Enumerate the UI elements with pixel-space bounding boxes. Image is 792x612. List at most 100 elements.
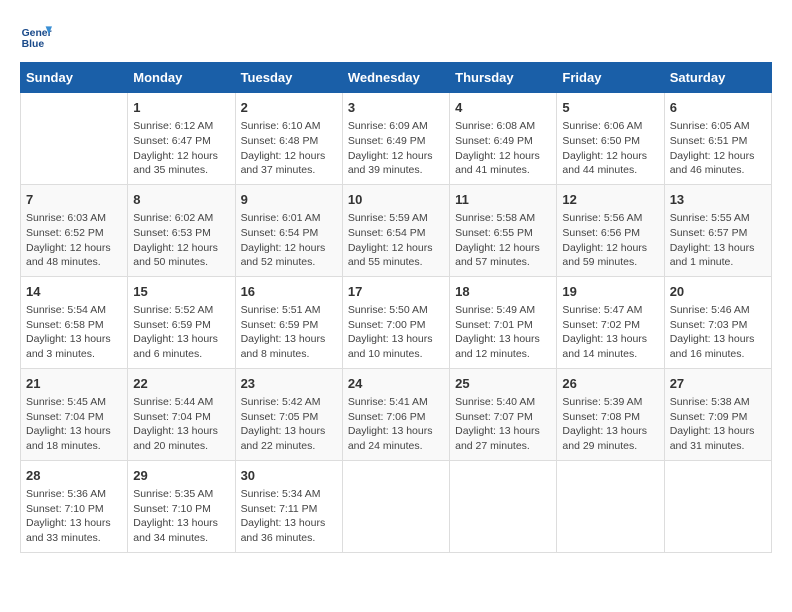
calendar-cell: 14Sunrise: 5:54 AM Sunset: 6:58 PM Dayli… (21, 276, 128, 368)
cell-info: Sunrise: 5:50 AM Sunset: 7:00 PM Dayligh… (348, 303, 444, 362)
day-number: 19 (562, 283, 658, 301)
calendar-cell: 12 Sunrise: 5:56 AM Sunset: 6:56 PM Dayli… (557, 184, 664, 276)
day-number: 26 (562, 375, 658, 393)
header: General Blue (20, 20, 772, 52)
calendar-cell: 27 Sunrise: 5:38 AM Sunset: 7:09 PM Dayli… (664, 368, 771, 460)
calendar-cell: 17 Sunrise: 5:50 AM Sunset: 7:00 PM Dayli… (342, 276, 449, 368)
cell-info: Sunrise: 6:10 AM Sunset: 6:48 PM Dayligh… (241, 119, 337, 178)
calendar-cell (664, 460, 771, 552)
logo: General Blue (20, 20, 56, 52)
day-number: 16 (241, 283, 337, 301)
calendar-cell: 8 Sunrise: 6:02 AM Sunset: 6:53 PM Daylig… (128, 184, 235, 276)
calendar-cell: 5Sunrise: 6:06 AM Sunset: 6:50 PM Daylig… (557, 93, 664, 185)
calendar-cell: 23 Sunrise: 5:42 AM Sunset: 7:05 PM Dayli… (235, 368, 342, 460)
week-row-2: 7 Sunrise: 6:03 AM Sunset: 6:52 PM Daylig… (21, 184, 772, 276)
calendar-cell: 2 Sunrise: 6:10 AM Sunset: 6:48 PM Daylig… (235, 93, 342, 185)
day-number: 21 (26, 375, 122, 393)
cell-info: Sunrise: 5:46 AM Sunset: 7:03 PM Dayligh… (670, 303, 766, 362)
column-header-sunday: Sunday (21, 63, 128, 93)
cell-info: Sunrise: 5:35 AM Sunset: 7:10 PM Dayligh… (133, 487, 229, 546)
svg-text:Blue: Blue (22, 39, 45, 50)
calendar-cell: 6 Sunrise: 6:05 AM Sunset: 6:51 PM Daylig… (664, 93, 771, 185)
calendar-cell (342, 460, 449, 552)
calendar-header: SundayMondayTuesdayWednesdayThursdayFrid… (21, 63, 772, 93)
cell-info: Sunrise: 5:49 AM Sunset: 7:01 PM Dayligh… (455, 303, 551, 362)
day-number: 22 (133, 375, 229, 393)
calendar-cell (450, 460, 557, 552)
day-number: 13 (670, 191, 766, 209)
day-number: 15 (133, 283, 229, 301)
calendar-cell: 4 Sunrise: 6:08 AM Sunset: 6:49 PM Daylig… (450, 93, 557, 185)
day-number: 3 (348, 99, 444, 117)
day-number: 20 (670, 283, 766, 301)
day-number: 9 (241, 191, 337, 209)
day-number: 28 (26, 467, 122, 485)
cell-info: Sunrise: 5:47 AM Sunset: 7:02 PM Dayligh… (562, 303, 658, 362)
logo-icon: General Blue (20, 20, 52, 52)
calendar-body: 1Sunrise: 6:12 AM Sunset: 6:47 PM Daylig… (21, 93, 772, 553)
day-number: 7 (26, 191, 122, 209)
calendar-cell: 24Sunrise: 5:41 AM Sunset: 7:06 PM Dayli… (342, 368, 449, 460)
cell-info: Sunrise: 5:34 AM Sunset: 7:11 PM Dayligh… (241, 487, 337, 546)
cell-info: Sunrise: 5:38 AM Sunset: 7:09 PM Dayligh… (670, 395, 766, 454)
day-number: 1 (133, 99, 229, 117)
calendar-cell: 13 Sunrise: 5:55 AM Sunset: 6:57 PM Dayli… (664, 184, 771, 276)
day-number: 23 (241, 375, 337, 393)
calendar-cell: 18 Sunrise: 5:49 AM Sunset: 7:01 PM Dayli… (450, 276, 557, 368)
calendar-cell: 22Sunrise: 5:44 AM Sunset: 7:04 PM Dayli… (128, 368, 235, 460)
column-header-saturday: Saturday (664, 63, 771, 93)
column-header-monday: Monday (128, 63, 235, 93)
calendar-cell: 28 Sunrise: 5:36 AM Sunset: 7:10 PM Dayli… (21, 460, 128, 552)
day-number: 17 (348, 283, 444, 301)
cell-info: Sunrise: 5:54 AM Sunset: 6:58 PM Dayligh… (26, 303, 122, 362)
calendar-cell (21, 93, 128, 185)
column-header-friday: Friday (557, 63, 664, 93)
cell-info: Sunrise: 6:02 AM Sunset: 6:53 PM Dayligh… (133, 211, 229, 270)
week-row-3: 14Sunrise: 5:54 AM Sunset: 6:58 PM Dayli… (21, 276, 772, 368)
cell-info: Sunrise: 6:03 AM Sunset: 6:52 PM Dayligh… (26, 211, 122, 270)
header-row: SundayMondayTuesdayWednesdayThursdayFrid… (21, 63, 772, 93)
cell-info: Sunrise: 5:55 AM Sunset: 6:57 PM Dayligh… (670, 211, 766, 270)
cell-info: Sunrise: 5:41 AM Sunset: 7:06 PM Dayligh… (348, 395, 444, 454)
cell-info: Sunrise: 6:01 AM Sunset: 6:54 PM Dayligh… (241, 211, 337, 270)
calendar-cell: 29 Sunrise: 5:35 AM Sunset: 7:10 PM Dayli… (128, 460, 235, 552)
cell-info: Sunrise: 5:36 AM Sunset: 7:10 PM Dayligh… (26, 487, 122, 546)
cell-info: Sunrise: 5:39 AM Sunset: 7:08 PM Dayligh… (562, 395, 658, 454)
calendar-cell: 19 Sunrise: 5:47 AM Sunset: 7:02 PM Dayli… (557, 276, 664, 368)
calendar-cell: 21Sunrise: 5:45 AM Sunset: 7:04 PM Dayli… (21, 368, 128, 460)
cell-info: Sunrise: 6:05 AM Sunset: 6:51 PM Dayligh… (670, 119, 766, 178)
cell-info: Sunrise: 5:52 AM Sunset: 6:59 PM Dayligh… (133, 303, 229, 362)
cell-info: Sunrise: 5:58 AM Sunset: 6:55 PM Dayligh… (455, 211, 551, 270)
cell-info: Sunrise: 5:40 AM Sunset: 7:07 PM Dayligh… (455, 395, 551, 454)
week-row-5: 28 Sunrise: 5:36 AM Sunset: 7:10 PM Dayli… (21, 460, 772, 552)
cell-info: Sunrise: 5:56 AM Sunset: 6:56 PM Dayligh… (562, 211, 658, 270)
day-number: 12 (562, 191, 658, 209)
day-number: 29 (133, 467, 229, 485)
day-number: 27 (670, 375, 766, 393)
cell-info: Sunrise: 5:59 AM Sunset: 6:54 PM Dayligh… (348, 211, 444, 270)
day-number: 8 (133, 191, 229, 209)
cell-info: Sunrise: 6:09 AM Sunset: 6:49 PM Dayligh… (348, 119, 444, 178)
calendar-cell: 20 Sunrise: 5:46 AM Sunset: 7:03 PM Dayli… (664, 276, 771, 368)
day-number: 4 (455, 99, 551, 117)
calendar-cell: 3 Sunrise: 6:09 AM Sunset: 6:49 PM Daylig… (342, 93, 449, 185)
week-row-4: 21Sunrise: 5:45 AM Sunset: 7:04 PM Dayli… (21, 368, 772, 460)
day-number: 10 (348, 191, 444, 209)
cell-info: Sunrise: 5:42 AM Sunset: 7:05 PM Dayligh… (241, 395, 337, 454)
cell-info: Sunrise: 6:08 AM Sunset: 6:49 PM Dayligh… (455, 119, 551, 178)
calendar-cell: 7 Sunrise: 6:03 AM Sunset: 6:52 PM Daylig… (21, 184, 128, 276)
day-number: 30 (241, 467, 337, 485)
day-number: 5 (562, 99, 658, 117)
calendar-cell: 26 Sunrise: 5:39 AM Sunset: 7:08 PM Dayli… (557, 368, 664, 460)
day-number: 2 (241, 99, 337, 117)
calendar-cell: 25 Sunrise: 5:40 AM Sunset: 7:07 PM Dayli… (450, 368, 557, 460)
calendar-table: SundayMondayTuesdayWednesdayThursdayFrid… (20, 62, 772, 553)
day-number: 25 (455, 375, 551, 393)
day-number: 18 (455, 283, 551, 301)
column-header-tuesday: Tuesday (235, 63, 342, 93)
day-number: 6 (670, 99, 766, 117)
calendar-cell: 11Sunrise: 5:58 AM Sunset: 6:55 PM Dayli… (450, 184, 557, 276)
calendar-cell: 15 Sunrise: 5:52 AM Sunset: 6:59 PM Dayli… (128, 276, 235, 368)
calendar-cell (557, 460, 664, 552)
calendar-cell: 9 Sunrise: 6:01 AM Sunset: 6:54 PM Daylig… (235, 184, 342, 276)
